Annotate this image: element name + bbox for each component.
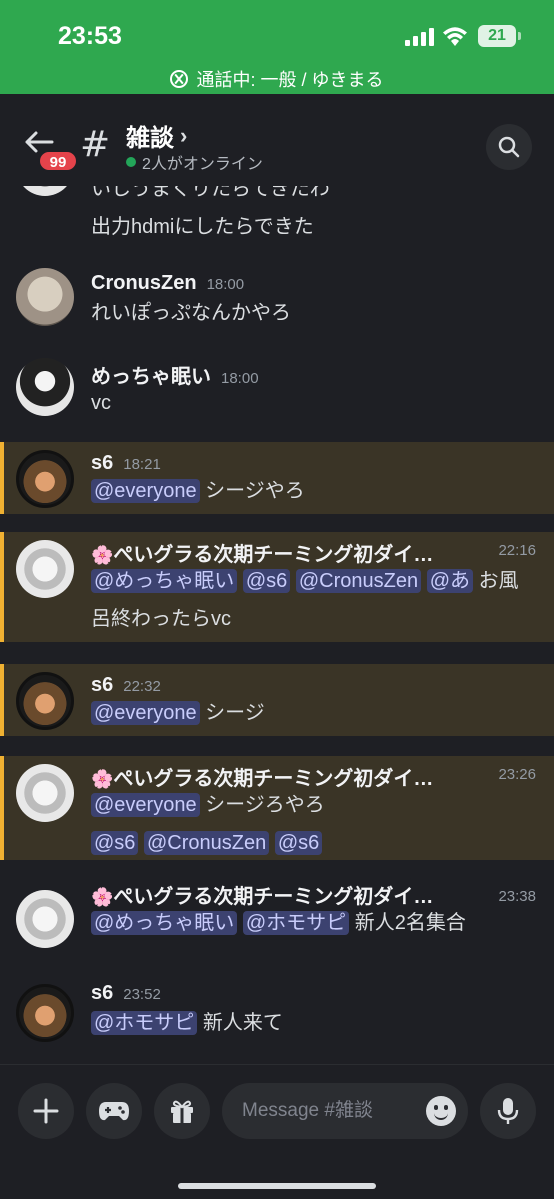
username: s6 (91, 982, 114, 1004)
message-body: @めっちゃ眠い @s6 @CronusZen @あ お風 呂終わったらvc (91, 562, 536, 638)
mention-user[interactable]: @ホモサピ (242, 911, 350, 935)
voice-message-button[interactable] (480, 1083, 536, 1139)
username: CronusZen (91, 272, 197, 294)
message-item[interactable]: CronusZen 18:00 れいぽっぷなんかやろ (0, 258, 554, 338)
gift-icon (171, 1100, 193, 1123)
composer-bar: Message #雑談 (0, 1064, 554, 1199)
message-author[interactable]: s6 23:52 (91, 982, 161, 1005)
add-attachment-button[interactable] (18, 1083, 74, 1139)
mention-user[interactable]: @s6 (274, 831, 323, 855)
channel-title[interactable]: 雑談 › (126, 118, 187, 153)
message-body: vc (91, 392, 111, 414)
timestamp: 23:52 (123, 986, 161, 1003)
message-item[interactable]: s6 23:52 @ホモサピ 新人来て (0, 976, 554, 1056)
message-text: 新人来て (202, 1012, 283, 1034)
plus-icon (33, 1098, 59, 1124)
mention-user[interactable]: @CronusZen (144, 831, 270, 855)
mention-user[interactable]: @s6 (91, 831, 139, 855)
mention-user[interactable]: @めっちゃ眠い (91, 911, 238, 935)
battery-indicator: 21 (478, 25, 521, 47)
username: s6 (91, 674, 114, 696)
timestamp: 22:32 (123, 678, 161, 695)
channel-header: 99 # 雑談 › 2人がオンライン (0, 94, 554, 186)
mic-icon (497, 1098, 519, 1124)
timestamp: 23:26 (498, 766, 536, 783)
message-item-mention[interactable]: 🌸ぺいグラる次期チーミング初ダイ… 22:16 @めっちゃ眠い @s6 @Cro… (0, 532, 554, 642)
message-text: シージ (205, 702, 265, 724)
message-body: @めっちゃ眠い @ホモサピ 新人2名集合 (91, 904, 536, 942)
mention-everyone[interactable]: @everyone (91, 479, 200, 503)
message-item-mention[interactable]: s6 18:21 @everyone シージやろ (0, 442, 554, 514)
cellular-signal-icon (405, 28, 434, 46)
message-input-placeholder: Message #雑談 (242, 1100, 373, 1121)
message-item[interactable]: 🌸ぺいグラる次期チーミング初ダイ… 23:38 @めっちゃ眠い @ホモサピ 新人… (0, 878, 554, 958)
avatar[interactable] (16, 358, 74, 416)
mention-user[interactable]: @s6 (242, 569, 291, 593)
unread-badge: 99 (38, 150, 78, 172)
message-text: お風 (478, 570, 519, 592)
gamepad-icon (99, 1102, 129, 1121)
voice-call-banner[interactable]: 通話中: 一般 / ゆきまる (0, 66, 554, 92)
emoji-icon[interactable] (426, 1096, 456, 1126)
message-text: 新人2名集合 (354, 912, 466, 934)
message-text: シージやろ (205, 480, 305, 502)
online-dot-icon (126, 157, 136, 167)
mention-everyone[interactable]: @everyone (91, 793, 200, 817)
avatar[interactable] (16, 890, 74, 948)
avatar[interactable] (16, 764, 74, 822)
search-icon (498, 136, 520, 158)
message-body: れいぽっぷなんかやろ (91, 302, 291, 324)
message-text: 呂終わったらvc (91, 608, 231, 630)
timestamp: 23:38 (498, 888, 536, 905)
online-status: 2人がオンライン (126, 150, 263, 174)
status-time: 23:53 (58, 22, 122, 50)
search-button[interactable] (486, 124, 532, 170)
message-body: いしうまくりたらてきたわ 出力hdmiにしたらできた (91, 186, 536, 246)
wifi-icon (443, 27, 467, 46)
status-bar: 23:53 21 通話中: 一般 / ゆきまる (0, 0, 554, 94)
message-item-mention[interactable]: s6 22:32 @everyone シージ (0, 664, 554, 736)
chevron-right-icon: › (180, 122, 188, 148)
message-item[interactable]: いしうまくりたらてきたわ 出力hdmiにしたらできた (0, 186, 554, 238)
message-text: シージろやろ (205, 794, 325, 816)
username: s6 (91, 452, 114, 474)
timestamp: 22:16 (498, 542, 536, 559)
avatar[interactable] (16, 984, 74, 1042)
mention-user[interactable]: @CronusZen (295, 569, 422, 593)
avatar[interactable] (16, 540, 74, 598)
timestamp: 18:21 (123, 456, 161, 473)
online-count: 2人がオンライン (142, 156, 263, 173)
mention-user[interactable]: @あ (426, 569, 473, 593)
message-item[interactable]: めっちゃ眠い 18:00 vc (0, 348, 554, 428)
mention-everyone[interactable]: @everyone (91, 701, 200, 725)
avatar[interactable] (16, 672, 74, 730)
avatar[interactable] (16, 450, 74, 508)
timestamp: 18:00 (206, 276, 245, 293)
message-body: @everyone シージ (91, 694, 536, 732)
channel-name: 雑談 (126, 125, 174, 152)
message-body: @everyone シージやろ (91, 472, 536, 510)
voice-call-label: 通話中: 一般 / ゆきまる (196, 70, 384, 90)
message-input[interactable]: Message #雑談 (222, 1083, 468, 1139)
xbox-icon (170, 70, 189, 88)
message-list[interactable]: いしうまくりたらてきたわ 出力hdmiにしたらできた CronusZen 18:0… (0, 186, 554, 1064)
gift-button[interactable] (154, 1083, 210, 1139)
activities-button[interactable] (86, 1083, 142, 1139)
message-line: 出力hdmiにしたらできた (91, 216, 314, 238)
message-line: いしうまくりたらてきたわ (91, 186, 330, 200)
mention-user[interactable]: @ホモサピ (91, 1011, 198, 1035)
channel-hash-icon: # (80, 124, 111, 165)
message-body: @everyone シージろやろ @s6 @CronusZen @s6 (91, 786, 536, 862)
message-item-mention[interactable]: 🌸ぺいグラる次期チーミング初ダイ… 23:26 @everyone シージろやろ… (0, 756, 554, 860)
message-body: @ホモサピ 新人来て (91, 1004, 536, 1042)
message-author[interactable]: CronusZen 18:00 (91, 272, 244, 295)
home-indicator (178, 1183, 376, 1189)
avatar[interactable] (16, 186, 74, 196)
mention-user[interactable]: @めっちゃ眠い (91, 569, 238, 593)
avatar[interactable] (16, 268, 74, 326)
